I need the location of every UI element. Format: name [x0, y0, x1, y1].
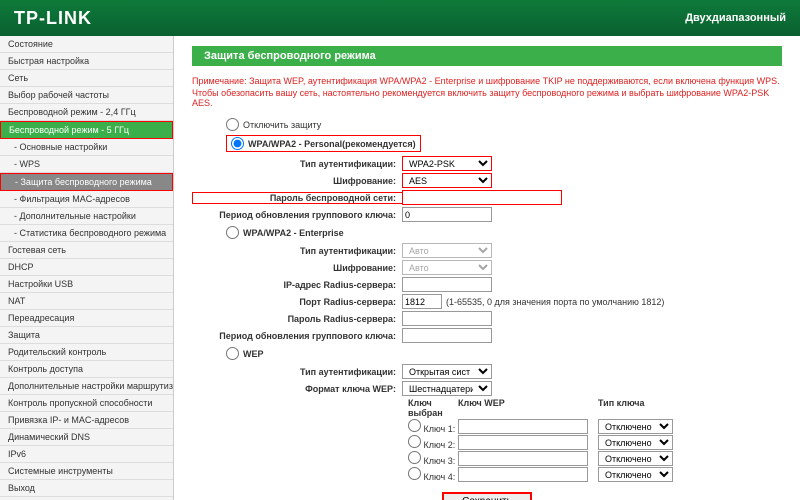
select-cipher2: Авто [402, 260, 492, 275]
sidebar-item-1[interactable]: Быстрая настройка [0, 53, 173, 70]
radio-disable-label: Отключить защиту [243, 120, 321, 130]
sidebar-item-13[interactable]: DHCP [0, 259, 173, 276]
sidebar-item-26[interactable]: Выход [0, 480, 173, 497]
lbl-auth3: Тип аутентификации: [192, 367, 402, 377]
sidebar-item-5[interactable]: Беспроводной режим - 5 ГГц [0, 121, 173, 139]
radio-wpa-personal-label: WPA/WPA2 - Personal(рекомендуется) [248, 139, 416, 149]
wep-key-type-1[interactable]: Отключено [598, 435, 673, 450]
hdr-key-type: Тип ключа [598, 398, 678, 418]
sidebar-item-23[interactable]: Динамический DNS [0, 429, 173, 446]
select-auth[interactable]: WPA2-PSK [402, 156, 492, 171]
lbl-gkup2: Период обновления группового ключа: [192, 331, 402, 341]
select-wep-auth[interactable]: Открытая сист [402, 364, 492, 379]
wep-key-input-2[interactable] [458, 451, 588, 466]
lbl-gkup: Период обновления группового ключа: [192, 210, 402, 220]
sidebar-item-3[interactable]: Выбор рабочей частоты [0, 87, 173, 104]
wep-key-radio-2[interactable] [408, 451, 421, 464]
sidebar-item-22[interactable]: Привязка IP- и MAC-адресов [0, 412, 173, 429]
select-wep-format[interactable]: Шестнадцатери [402, 381, 492, 396]
wep-key-type-2[interactable]: Отключено [598, 451, 673, 466]
wep-key-input-1[interactable] [458, 435, 588, 450]
lbl-radius-port: Порт Radius-сервера: [192, 297, 402, 307]
lbl-wep-format: Формат ключа WEP: [192, 384, 402, 394]
sidebar-item-25[interactable]: Системные инструменты [0, 463, 173, 480]
sidebar-item-10[interactable]: - Дополнительные настройки [0, 208, 173, 225]
sidebar-item-11[interactable]: - Статистика беспроводного режима [0, 225, 173, 242]
sidebar-item-19[interactable]: Контроль доступа [0, 361, 173, 378]
lbl-auth: Тип аутентификации: [192, 159, 402, 169]
sidebar-item-0[interactable]: Состояние [0, 36, 173, 53]
sidebar: СостояниеБыстрая настройкаСетьВыбор рабо… [0, 36, 174, 500]
input-gkup[interactable] [402, 207, 492, 222]
radio-wpa-enterprise[interactable]: WPA/WPA2 - Enterprise [226, 226, 782, 239]
wep-key-radio-1[interactable] [408, 435, 421, 448]
radio-wep-label: WEP [243, 349, 264, 359]
lbl-radius-ip: IP-адрес Radius-сервера: [192, 280, 402, 290]
hdr-wep-key: Ключ WEP [458, 398, 598, 418]
input-radius-pw[interactable] [402, 311, 492, 326]
note-1: Примечание: Защита WEP, аутентификация W… [192, 76, 782, 86]
radius-port-hint: (1-65535, 0 для значения порта по умолча… [446, 297, 664, 307]
hdr-key-selected: Ключ выбран [408, 398, 458, 418]
sidebar-item-16[interactable]: Переадресация [0, 310, 173, 327]
note-2: Чтобы обезопасить вашу сеть, настоятельн… [192, 88, 782, 108]
input-radius-ip[interactable] [402, 277, 492, 292]
select-cipher[interactable]: AES [402, 173, 492, 188]
lbl-radius-pw: Пароль Radius-сервера: [192, 314, 402, 324]
wep-key-table: Ключ выбран Ключ WEP Тип ключа Ключ 1:От… [408, 398, 782, 482]
radio-wpa-enterprise-label: WPA/WPA2 - Enterprise [243, 228, 344, 238]
sidebar-item-15[interactable]: NAT [0, 293, 173, 310]
input-gkup2[interactable] [402, 328, 492, 343]
input-radius-port[interactable] [402, 294, 442, 309]
sidebar-item-14[interactable]: Настройки USB [0, 276, 173, 293]
radio-wep-input[interactable] [226, 347, 239, 360]
radio-disable-input[interactable] [226, 118, 239, 131]
lbl-auth2: Тип аутентификации: [192, 246, 402, 256]
sidebar-item-9[interactable]: - Фильтрация MAC-адресов [0, 191, 173, 208]
sidebar-item-6[interactable]: - Основные настройки [0, 139, 173, 156]
radio-wpa-enterprise-input[interactable] [226, 226, 239, 239]
page-title: Защита беспроводного режима [192, 46, 782, 66]
sidebar-item-7[interactable]: - WPS [0, 156, 173, 173]
model-name: Двухдиапазонный [685, 12, 786, 24]
wep-key-type-0[interactable]: Отключено [598, 419, 673, 434]
sidebar-item-24[interactable]: IPv6 [0, 446, 173, 463]
main-panel: Защита беспроводного режима Примечание: … [174, 36, 800, 500]
lbl-password: Пароль беспроводной сети: [192, 192, 402, 204]
wep-key-input-3[interactable] [458, 467, 588, 482]
radio-wpa-personal[interactable]: WPA/WPA2 - Personal(рекомендуется) [226, 135, 421, 152]
sidebar-item-8[interactable]: - Защита беспроводного режима [0, 173, 173, 191]
sidebar-item-17[interactable]: Защита [0, 327, 173, 344]
save-button[interactable]: Сохранить [442, 492, 532, 500]
wep-key-radio-3[interactable] [408, 467, 421, 480]
sidebar-item-21[interactable]: Контроль пропускной способности [0, 395, 173, 412]
logo: TP-LINK [14, 8, 92, 29]
wep-key-type-3[interactable]: Отключено [598, 467, 673, 482]
sidebar-item-20[interactable]: Дополнительные настройки маршрутизации [0, 378, 173, 395]
wep-key-radio-0[interactable] [408, 419, 421, 432]
sidebar-item-18[interactable]: Родительский контроль [0, 344, 173, 361]
sidebar-item-12[interactable]: Гостевая сеть [0, 242, 173, 259]
select-auth2: Авто [402, 243, 492, 258]
radio-wep[interactable]: WEP [226, 347, 782, 360]
radio-wpa-personal-input[interactable] [231, 137, 244, 150]
lbl-cipher: Шифрование: [192, 176, 402, 186]
lbl-cipher2: Шифрование: [192, 263, 402, 273]
sidebar-item-2[interactable]: Сеть [0, 70, 173, 87]
sidebar-item-4[interactable]: Беспроводной режим - 2,4 ГГц [0, 104, 173, 121]
input-password[interactable] [402, 190, 562, 205]
radio-disable[interactable]: Отключить защиту [226, 118, 782, 131]
wep-key-input-0[interactable] [458, 419, 588, 434]
